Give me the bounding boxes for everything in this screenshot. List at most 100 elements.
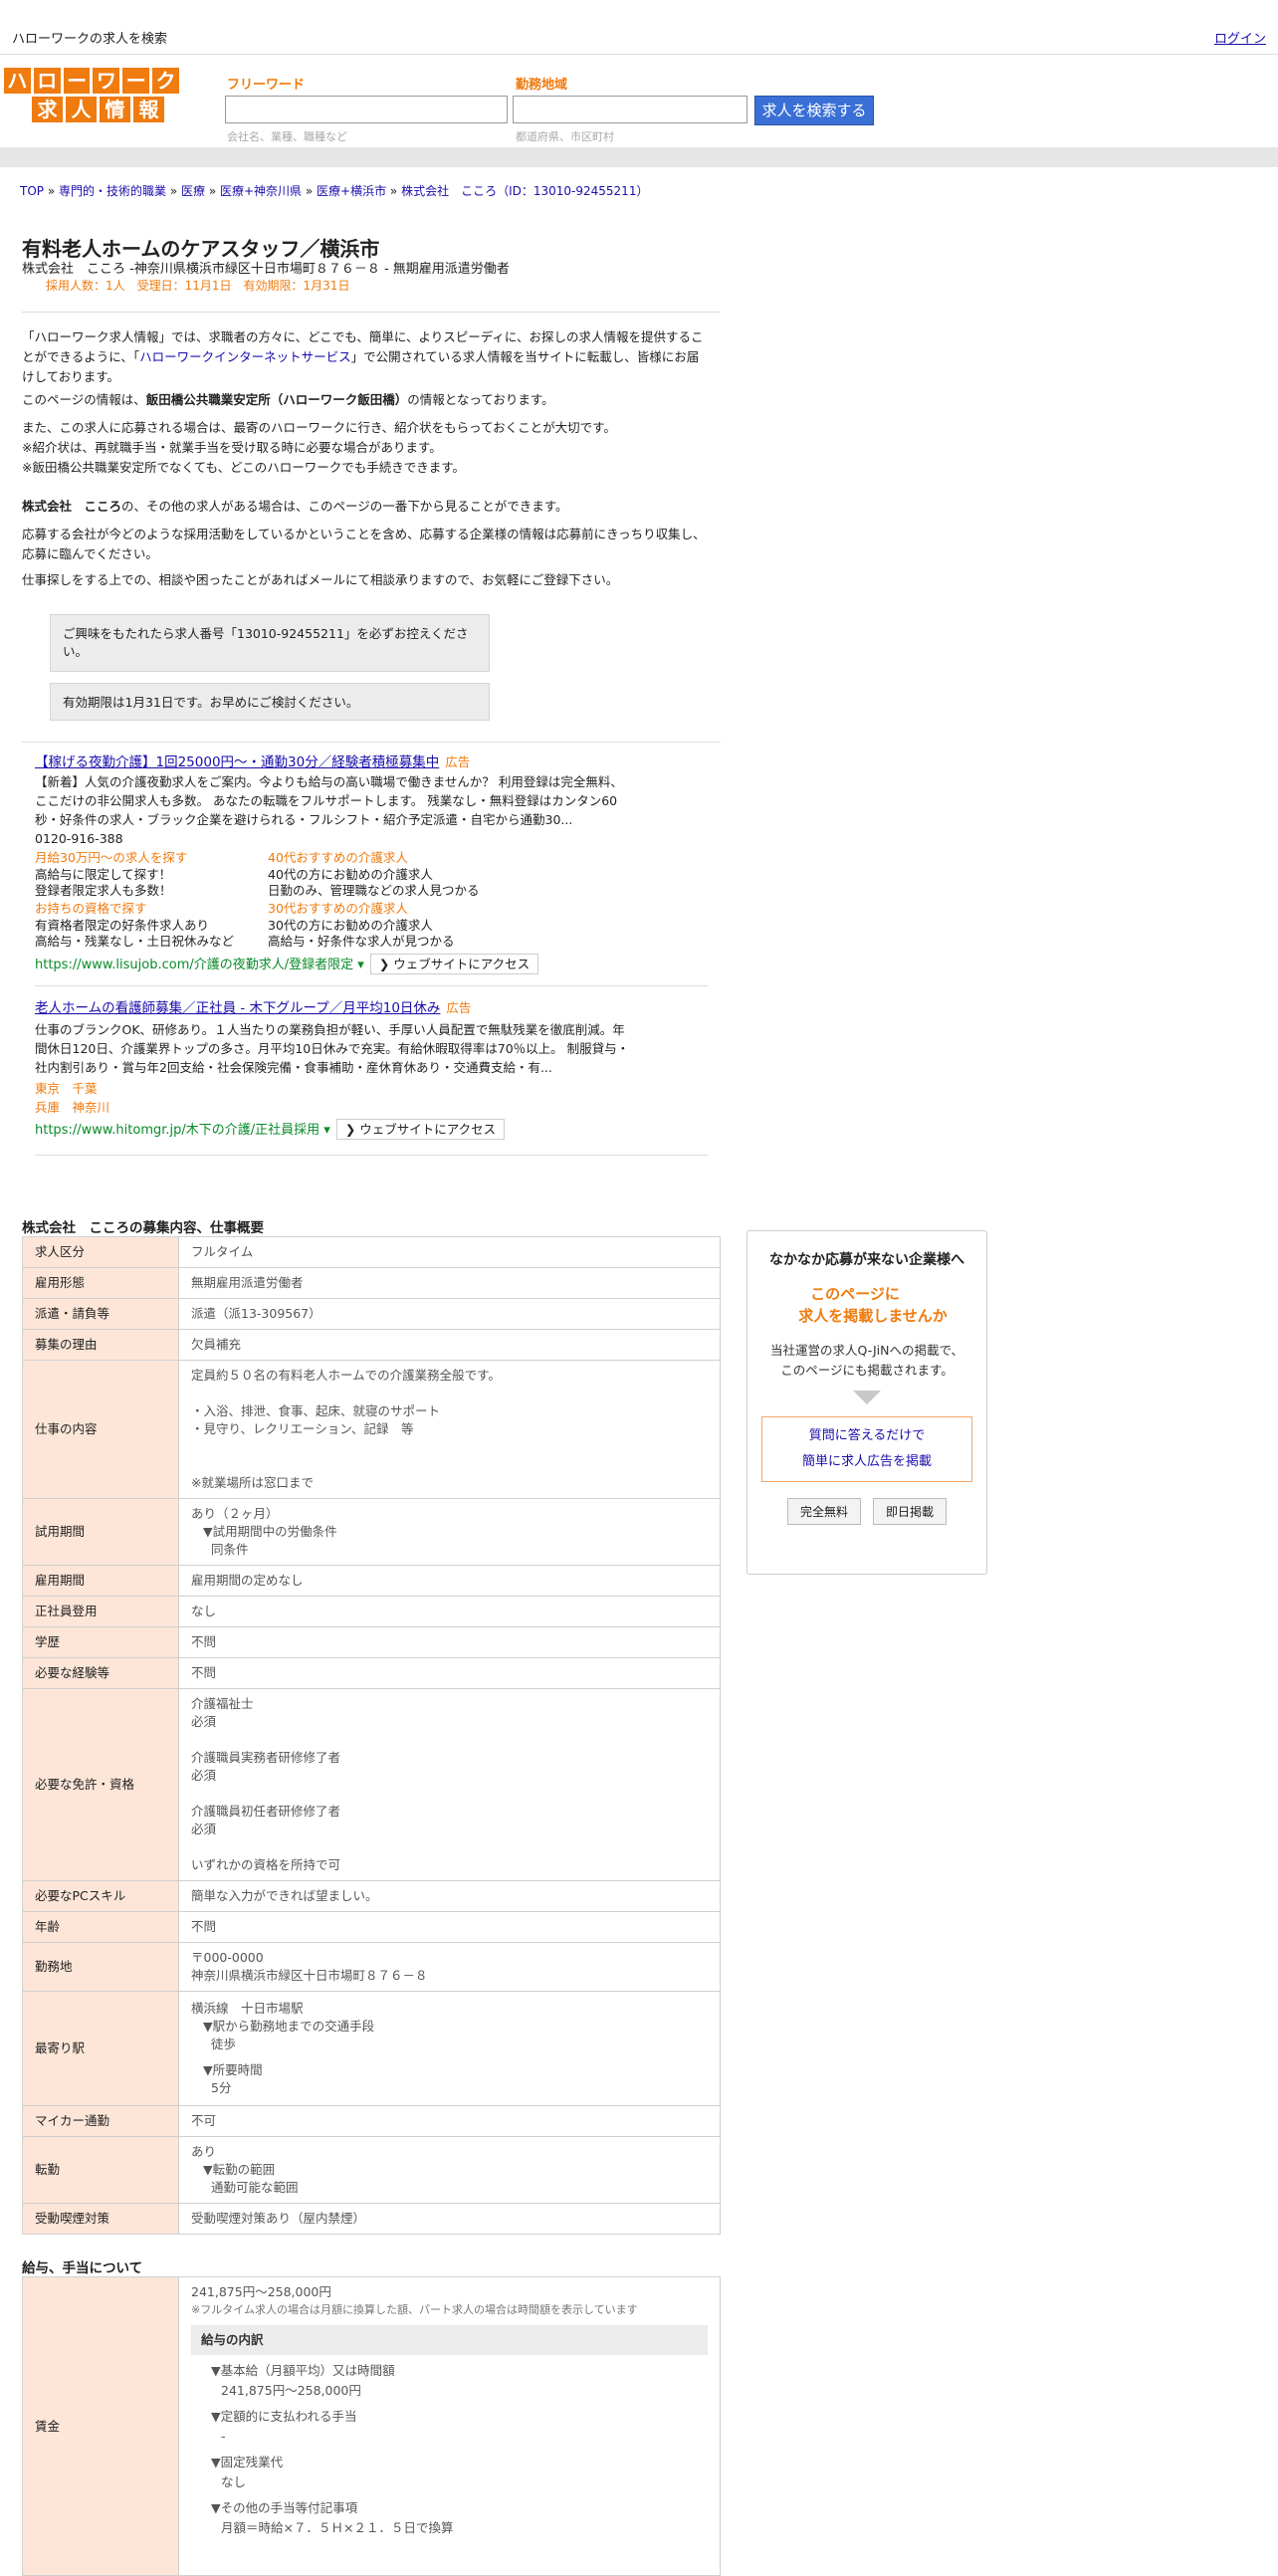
breadcrumb-city[interactable]: 医療+横浜市 [317, 184, 386, 198]
breadcrumb-industry[interactable]: 医療 [181, 184, 205, 198]
divider-bar [0, 147, 1278, 167]
advice-paragraph: 応募する会社が今どのような採用活動をしているかということを含め、応募する企業様の… [22, 527, 706, 561]
ad-sitelink[interactable]: 30代おすすめの介護求人 [268, 899, 480, 918]
keyword-input[interactable] [225, 96, 508, 123]
ad-location[interactable]: 兵庫 神奈川 [35, 1098, 632, 1117]
value-line: なし [221, 2474, 247, 2489]
sidebar-link[interactable]: 質問に答えるだけで [762, 1423, 971, 1449]
table-row: 派遣・請負等 派遣（派13-309567） [22, 1298, 721, 1330]
value-line: 同条件 [211, 1542, 249, 1557]
sidebar-link[interactable]: 簡単に求人広告を掲載 [762, 1449, 971, 1475]
ad-sitelink-desc: 登録者限定求人も多数！ [35, 883, 172, 898]
row-label: 求人区分 [22, 1236, 179, 1268]
ad-url[interactable]: https://www.lisujob.com/介護の夜勤求人/登録者限定 [35, 958, 353, 972]
breadcrumb-company[interactable]: 株式会社 こころ（ID：13010-92455211） [401, 184, 648, 198]
ad-sitelink[interactable]: 月給30万円～の求人を探す [35, 848, 268, 867]
expiry-note: 有効期限は1月31日です。お早めにご検討ください。 [50, 683, 490, 721]
value-line: ▼その他の手当等付記事項 [211, 2500, 358, 2515]
sidebar-desc: 当社運営の求人Q-JiNへの掲載で、 [770, 1343, 963, 1358]
row-value: 派遣（派13-309567） [178, 1298, 721, 1330]
table-row: 必要な経験等 不問 [22, 1657, 721, 1689]
row-value: 不問 [178, 1626, 721, 1658]
intro-paragraph: 「ハローワーク求人情報」では、求職者の方々に、どこでも、簡単に、よりスピーディに… [22, 327, 711, 387]
table-row: 必要な免許・資格 介護福祉士 必須 介護職員実務者研修修了者 必須 介護職員初任… [22, 1688, 721, 1881]
other-jobs-text: の、その他の求人がある場合は、このページの一番下から見ることができます。 [121, 499, 568, 514]
row-label: 仕事の内容 [22, 1360, 179, 1499]
row-value: 〒000-0000 神奈川県横浜市緑区十日市場町８７６－８ [178, 1942, 721, 1992]
site-title: ハローワークの求人を検索 [12, 32, 168, 47]
value-line: 神奈川県横浜市緑区十日市場町８７６－８ [191, 1968, 428, 1983]
value-line: 必須 [191, 1822, 217, 1836]
search-button[interactable]: 求人を検索する [754, 96, 874, 125]
table-row: 雇用形態 無期雇用派遣労働者 [22, 1267, 721, 1299]
section-title: 株式会社 こころの募集内容、仕事概要 [22, 1220, 264, 1236]
value-line: ・入浴、排泄、食事、起床、就寝のサポート [191, 1403, 441, 1418]
salary-note: ※フルタイム求人の場合は月額に換算した額、パート求人の場合は時間額を表示していま… [191, 2303, 638, 2316]
ad-title[interactable]: 老人ホームの看護師募集／正社員 - 木下グループ／月平均10日休み [35, 1000, 440, 1016]
area-input[interactable] [513, 96, 747, 123]
job-detail-table: 求人区分 フルタイム 雇用形態 無期雇用派遣労働者 派遣・請負等 派遣（派13-309… [22, 1236, 721, 2235]
divider [22, 742, 721, 743]
row-value: 不問 [178, 1911, 721, 1943]
value-line: ▼定額的に支払われる手当 [211, 2409, 357, 2424]
ad-body: 仕事のブランクOK、研修あり。１人当たりの業務負担が軽い、手厚い人員配置で無駄残… [35, 1022, 630, 1075]
value-line: 241,875円〜258,000円 [221, 2383, 361, 2398]
row-value: 不可 [178, 2105, 721, 2137]
value-line: 徒歩 [211, 2037, 237, 2051]
keyword-label: フリーワード [227, 78, 306, 93]
table-row: 仕事の内容 定員約５０名の有料老人ホームでの介護業務全般です。 ・入浴、排泄、食… [22, 1360, 721, 1499]
area-label: 勤務地域 [516, 78, 568, 93]
ad-sitelink[interactable]: お持ちの資格で探す [35, 899, 268, 918]
row-value: 欠員補充 [178, 1329, 721, 1361]
ad-title[interactable]: 【稼げる夜勤介護】1回25000円～・通勤30分／経験者積極募集中 [35, 754, 439, 770]
table-row: マイカー通勤 不可 [22, 2105, 721, 2137]
visit-site-button[interactable]: ❯ ウェブサイトにアクセス [369, 954, 539, 974]
row-value: あり ▼転勤の範囲 通勤可能な範囲 [178, 2136, 721, 2204]
row-label: 雇用期間 [22, 1565, 179, 1597]
sidebar-offer: 求人を掲載しませんか [798, 1307, 948, 1325]
value-line: いずれかの資格を所持で可 [191, 1857, 341, 1872]
ad-sitelink-desc: 高給与に限定して探す！ [35, 867, 172, 882]
logo-char: 報 [133, 97, 164, 122]
site-logo[interactable]: ハ ロ ー ワ ー ク 求 人 情 報 [4, 68, 179, 123]
area-hint: 都道府県、市区町村 [516, 130, 614, 143]
breadcrumb-top[interactable]: TOP [20, 184, 44, 198]
section-title: 給与、手当について [22, 2260, 143, 2276]
company-name: 株式会社 こころ [22, 499, 122, 514]
row-label: マイカー通勤 [22, 2105, 179, 2137]
login-link[interactable]: ログイン [1214, 28, 1266, 47]
table-row: 学歴 不問 [22, 1626, 721, 1658]
breadcrumb-category[interactable]: 専門的・技術的職業 [59, 184, 166, 198]
divider [35, 1155, 708, 1156]
ad-tag: 広告 [446, 1000, 472, 1015]
ad-sitelink-desc: 40代の方にお勧めの介護求人 [268, 867, 433, 882]
value-line: ※就業場所は窓口まで [191, 1475, 314, 1490]
row-value: 受動喫煙対策あり（屋内禁煙） [178, 2203, 721, 2235]
visit-site-button[interactable]: ❯ ウェブサイトにアクセス [335, 1119, 506, 1140]
value-line: あり [191, 2144, 217, 2159]
logo-char: ー [122, 68, 150, 94]
ad-sitelink-desc: 高給与・好条件な求人が見つかる [268, 934, 455, 949]
ad-sitelink-desc: 30代の方にお勧めの介護求人 [268, 918, 433, 933]
value-line: あり（２ヶ月） [191, 1506, 279, 1521]
free-button[interactable]: 完全無料 [786, 1498, 861, 1525]
ad-location[interactable]: 東京 千葉 [35, 1079, 632, 1098]
ad-block: 【稼げる夜勤介護】1回25000円～・通勤30分／経験者積極募集中 広告 【新着】… [35, 752, 632, 974]
breadcrumb: TOP » 専門的・技術的職業 » 医療 » 医療+神奈川県 » 医療+横浜市 … [20, 184, 649, 198]
breadcrumb-pref[interactable]: 医療+神奈川県 [220, 184, 302, 198]
row-label: 転勤 [22, 2136, 179, 2204]
job-number-note: ご興味をもたれたら求人番号「13010-92455211」を必ずお控えください。 [50, 614, 490, 672]
row-value: 定員約５０名の有料老人ホームでの介護業務全般です。 ・入浴、排泄、食事、起床、就… [178, 1360, 721, 1499]
ad-phone[interactable]: 0120-916-388 [35, 829, 632, 848]
apply-text: また、この求人に応募される場合は、最寄のハローワークに行き、紹介状をもらっておく… [22, 420, 616, 435]
row-label: 学歴 [22, 1626, 179, 1658]
salary-breakdown-heading: 給与の内訳 [191, 2325, 708, 2355]
ad-url[interactable]: https://www.hitomgr.jp/木下の介護/正社員採用 [35, 1123, 320, 1138]
row-value: 介護福祉士 必須 介護職員実務者研修修了者 必須 介護職員初任者研修修了者 必須… [178, 1688, 721, 1881]
table-row: 受動喫煙対策 受動喫煙対策あり（屋内禁煙） [22, 2203, 721, 2235]
hellowork-link[interactable]: ハローワークインターネットサービス [139, 349, 351, 364]
row-value: 簡単な入力ができれば望ましい。 [178, 1880, 721, 1912]
ad-sitelink[interactable]: 40代おすすめの介護求人 [268, 848, 480, 867]
same-day-button[interactable]: 即日掲載 [873, 1498, 948, 1525]
value-line: ・見守り、レクリエーション、記録 等 [191, 1421, 414, 1436]
